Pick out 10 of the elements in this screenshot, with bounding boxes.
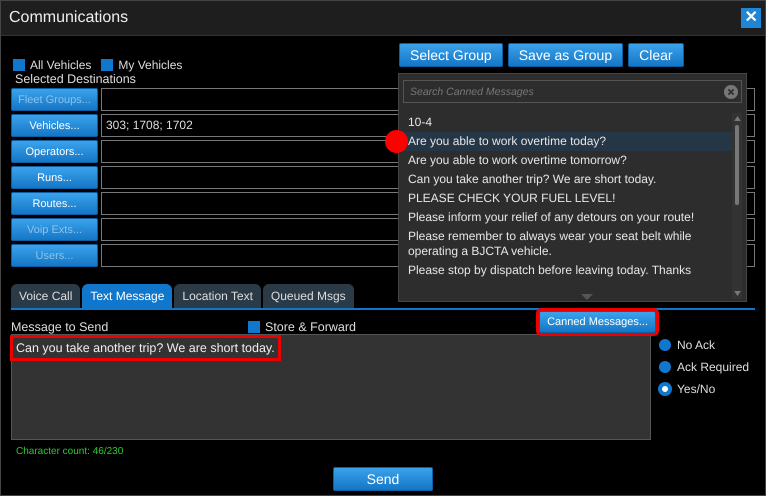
radio-label: Yes/No [677, 382, 716, 396]
field-label: Message to Send [11, 320, 110, 334]
checkbox-label: My Vehicles [118, 58, 182, 72]
checkbox-label: Store & Forward [265, 320, 356, 334]
radio-label: No Ack [677, 338, 716, 352]
checkbox-label: All Vehicles [30, 58, 92, 72]
section-label: Selected Destinations [14, 72, 137, 87]
radio-label: Ack Required [677, 360, 750, 374]
window-title: Communications [9, 9, 128, 27]
character-count: Character count: 46/230 [15, 445, 124, 457]
